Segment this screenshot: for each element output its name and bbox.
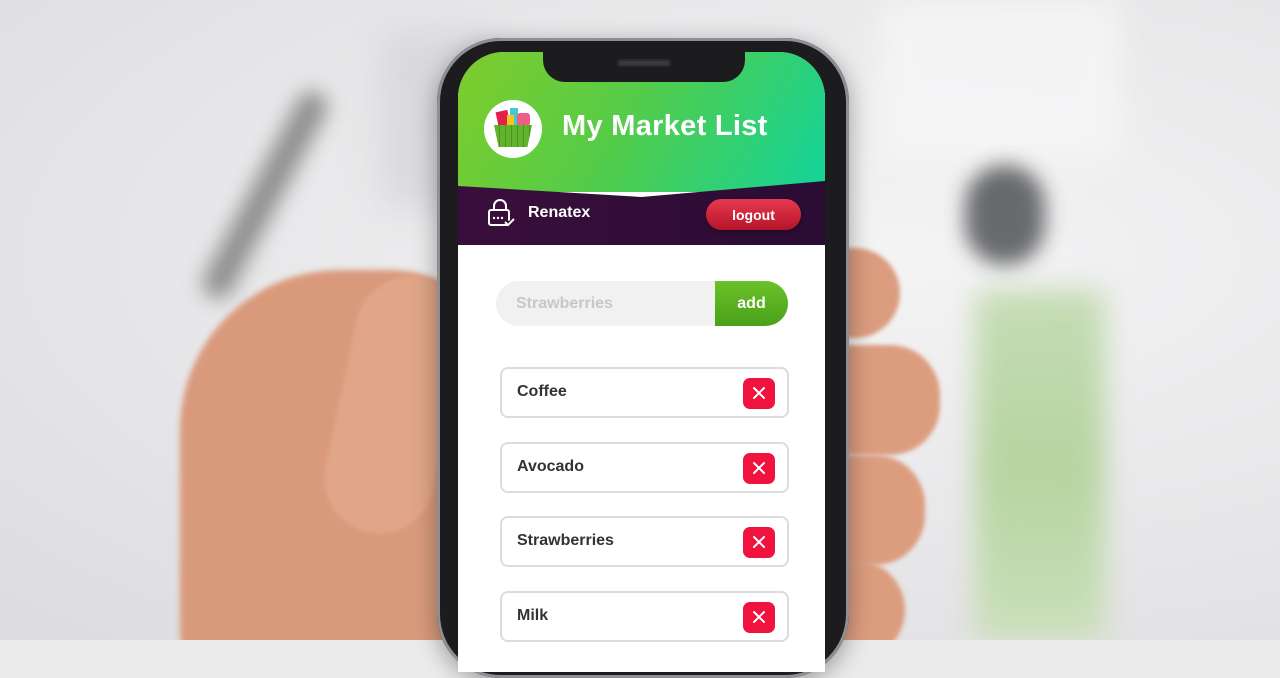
close-icon bbox=[753, 536, 765, 548]
list-item: Avocado bbox=[500, 442, 789, 493]
background-map bbox=[975, 290, 1105, 640]
background-tool bbox=[965, 165, 1045, 265]
username: Renatex bbox=[528, 204, 591, 221]
logout-button[interactable]: logout bbox=[706, 199, 801, 230]
phone-frame: My Market List Renatex logout add Coffee bbox=[437, 38, 849, 678]
list-item: Milk bbox=[500, 591, 789, 642]
background-paper bbox=[880, 0, 1120, 160]
list-item: Coffee bbox=[500, 367, 789, 418]
list-item-label: Coffee bbox=[517, 383, 567, 400]
shopping-basket-icon bbox=[484, 100, 542, 158]
list-item-label: Milk bbox=[517, 607, 549, 624]
phone-speaker bbox=[617, 59, 671, 67]
list-item-label: Avocado bbox=[517, 458, 584, 475]
add-button[interactable]: add bbox=[715, 281, 788, 326]
background-pen bbox=[197, 86, 333, 304]
close-icon bbox=[753, 611, 765, 623]
add-item-form: add bbox=[496, 281, 788, 326]
close-icon bbox=[753, 462, 765, 474]
delete-item-button[interactable] bbox=[743, 602, 775, 633]
delete-item-button[interactable] bbox=[743, 453, 775, 484]
lock-icon bbox=[485, 198, 515, 228]
list-item-label: Strawberries bbox=[517, 532, 614, 549]
item-input[interactable] bbox=[496, 281, 736, 326]
delete-item-button[interactable] bbox=[743, 527, 775, 558]
close-icon bbox=[753, 387, 765, 399]
app-title: My Market List bbox=[562, 110, 768, 142]
list-item: Strawberries bbox=[500, 516, 789, 567]
delete-item-button[interactable] bbox=[743, 378, 775, 409]
phone-screen: My Market List Renatex logout add Coffee bbox=[458, 52, 825, 672]
phone-notch bbox=[543, 52, 745, 82]
